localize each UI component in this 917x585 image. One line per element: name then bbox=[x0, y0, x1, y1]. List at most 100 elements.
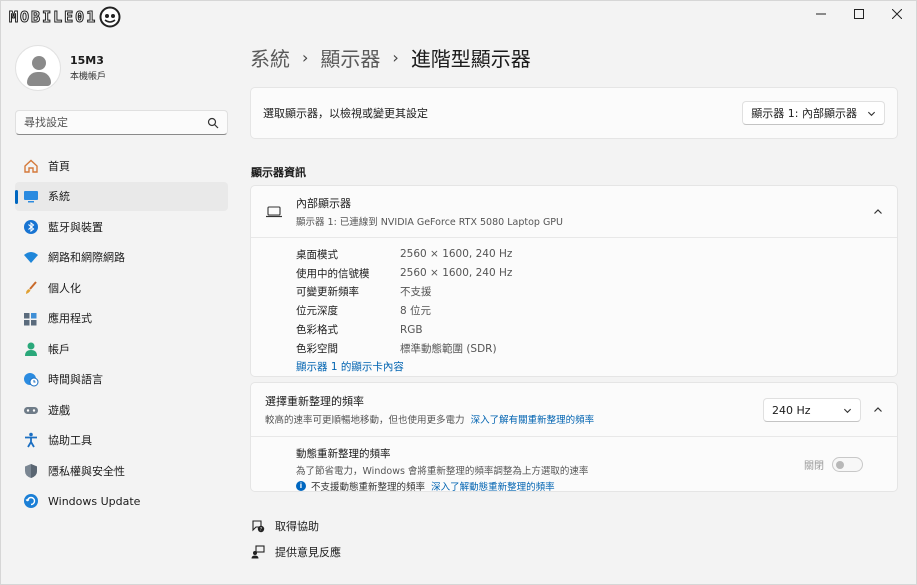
help-links: ? 取得協助 提供意見反應 bbox=[251, 518, 341, 570]
accessibility-icon bbox=[23, 432, 39, 448]
sidebar-item-windows-update[interactable]: Windows Update bbox=[15, 487, 228, 516]
close-button[interactable] bbox=[878, 1, 916, 27]
refresh-rate-subtitle: 較高的速率可更順暢地移動，但也使用更多電力 bbox=[265, 415, 465, 426]
sidebar-item-bluetooth[interactable]: 藍牙與裝置 bbox=[15, 212, 228, 241]
chevron-up-icon[interactable] bbox=[873, 405, 883, 415]
sidebar-item-network[interactable]: 網路和網際網路 bbox=[15, 243, 228, 272]
refresh-rate-value: 240 Hz bbox=[772, 403, 811, 417]
mobile01-badge-icon bbox=[99, 6, 121, 28]
spec-value: RGB bbox=[400, 323, 423, 336]
sidebar-item-label: 應用程式 bbox=[48, 312, 92, 325]
display-info-header[interactable]: 內部顯示器 顯示器 1: 已連線到 NVIDIA GeForce RTX 508… bbox=[251, 186, 897, 238]
refresh-rate-dropdown[interactable]: 240 Hz bbox=[763, 398, 861, 422]
bluetooth-icon bbox=[23, 219, 39, 235]
sidebar-item-time-language[interactable]: 時間與語言 bbox=[15, 365, 228, 394]
display-info-heading: 顯示器資訊 bbox=[251, 166, 306, 179]
sidebar-item-label: 網路和網際網路 bbox=[48, 251, 125, 264]
display-info-subtitle: 顯示器 1: 已連線到 NVIDIA GeForce RTX 5080 Lapt… bbox=[296, 217, 563, 228]
breadcrumb-system[interactable]: 系統 bbox=[250, 43, 290, 72]
display-info-title: 內部顯示器 bbox=[296, 197, 351, 210]
sidebar-item-label: 遊戲 bbox=[48, 403, 70, 417]
refresh-rate-card: 選擇重新整理的頻率 較高的速率可更順暢地移動，但也使用更多電力 深入了解有關重新… bbox=[250, 382, 898, 493]
minimize-button[interactable] bbox=[802, 1, 840, 27]
chevron-right-icon: › bbox=[392, 48, 399, 67]
logo-text: MOBILE01 bbox=[8, 8, 98, 27]
get-help-link[interactable]: ? 取得協助 bbox=[251, 518, 341, 534]
profile-name: 15M3 bbox=[70, 54, 104, 67]
window-controls bbox=[802, 1, 916, 27]
dynamic-refresh-learn-more-link[interactable]: 深入了解動態重新整理的頻率 bbox=[431, 479, 555, 493]
brush-icon bbox=[23, 280, 39, 296]
spec-key: 位元深度 bbox=[296, 305, 338, 318]
sidebar-item-label: 帳戶 bbox=[48, 342, 70, 356]
refresh-rate-learn-more-link[interactable]: 深入了解有關重新整理的頻率 bbox=[471, 415, 595, 426]
spec-key: 色彩空間 bbox=[296, 342, 338, 355]
sidebar-item-accessibility[interactable]: 協助工具 bbox=[15, 426, 228, 455]
refresh-rate-header: 選擇重新整理的頻率 較高的速率可更順暢地移動，但也使用更多電力 深入了解有關重新… bbox=[251, 383, 897, 437]
dynamic-refresh-toggle-group: 關閉 bbox=[804, 457, 863, 472]
spec-row: 色彩格式 RGB bbox=[296, 320, 897, 339]
give-feedback-link[interactable]: 提供意見反應 bbox=[251, 544, 341, 560]
give-feedback-label: 提供意見反應 bbox=[275, 546, 341, 559]
sidebar-item-apps[interactable]: 應用程式 bbox=[15, 304, 228, 333]
sidebar-item-label: 首頁 bbox=[48, 159, 70, 173]
chevron-up-icon[interactable] bbox=[873, 207, 883, 217]
dynamic-refresh-toggle[interactable] bbox=[832, 457, 863, 472]
help-chat-icon: ? bbox=[252, 520, 265, 533]
sidebar-item-label: 隱私權與安全性 bbox=[48, 464, 125, 478]
search-input[interactable] bbox=[24, 116, 207, 129]
spec-key: 可變更新頻率 bbox=[296, 286, 359, 299]
chevron-down-icon bbox=[867, 111, 876, 116]
display-select-dropdown[interactable]: 顯示器 1: 內部顯示器 bbox=[742, 101, 885, 125]
spec-value: 8 位元 bbox=[400, 305, 432, 318]
spec-row: 位元深度 8 位元 bbox=[296, 301, 897, 320]
profile-subtitle: 本機帳戶 bbox=[70, 72, 107, 82]
get-help-label: 取得協助 bbox=[275, 520, 319, 533]
search-icon[interactable] bbox=[207, 117, 219, 129]
sidebar-item-label: 系統 bbox=[48, 190, 70, 203]
sidebar-item-home[interactable]: 首頁 bbox=[15, 151, 228, 180]
sidebar-item-system[interactable]: 系統 bbox=[15, 181, 228, 211]
sidebar-nav: 首頁 系統 藍牙與裝置 網路和網際網路 個人化 應用程式 帳戶 時間與語言 遊戲… bbox=[15, 151, 228, 517]
sidebar-item-accounts[interactable]: 帳戶 bbox=[15, 334, 228, 363]
spec-value: 2560 × 1600, 240 Hz bbox=[400, 248, 513, 261]
sidebar-item-privacy[interactable]: 隱私權與安全性 bbox=[15, 456, 228, 485]
maximize-button[interactable] bbox=[840, 1, 878, 27]
sidebar-item-label: 時間與語言 bbox=[48, 373, 103, 386]
chevron-down-icon bbox=[843, 408, 852, 413]
sidebar-item-label: Windows Update bbox=[48, 494, 141, 508]
user-profile[interactable]: 15M3 本機帳戶 bbox=[15, 45, 106, 91]
sidebar-item-label: 協助工具 bbox=[48, 434, 92, 447]
display-info-card: 內部顯示器 顯示器 1: 已連線到 NVIDIA GeForce RTX 508… bbox=[250, 185, 898, 377]
close-icon bbox=[892, 9, 902, 19]
dynamic-refresh-section: 動態重新整理的頻率 為了節省電力，Windows 會將重新整理的頻率調整為上方選… bbox=[251, 437, 897, 493]
display-adapter-properties-link[interactable]: 顯示器 1 的顯示卡內容 bbox=[296, 359, 897, 374]
avatar bbox=[15, 45, 61, 91]
gamepad-icon bbox=[23, 402, 39, 418]
sidebar-item-label: 藍牙與裝置 bbox=[48, 220, 103, 234]
globe-clock-icon bbox=[23, 371, 39, 387]
spec-key: 桌面模式 bbox=[296, 248, 338, 261]
refresh-rate-title: 選擇重新整理的頻率 bbox=[265, 395, 364, 408]
breadcrumb: 系統 › 顯示器 › 進階型顯示器 bbox=[250, 43, 531, 72]
search-box[interactable] bbox=[15, 110, 228, 135]
sidebar-item-gaming[interactable]: 遊戲 bbox=[15, 395, 228, 424]
breadcrumb-display[interactable]: 顯示器 bbox=[320, 43, 380, 72]
update-icon bbox=[23, 493, 39, 509]
select-display-card: 選取顯示器，以檢視或變更其設定 顯示器 1: 內部顯示器 bbox=[250, 87, 898, 139]
sidebar-item-personalization[interactable]: 個人化 bbox=[15, 273, 228, 302]
maximize-icon bbox=[854, 9, 864, 19]
select-display-label: 選取顯示器，以檢視或變更其設定 bbox=[263, 107, 428, 120]
home-icon bbox=[23, 158, 39, 174]
laptop-icon bbox=[266, 205, 282, 217]
apps-icon bbox=[23, 310, 39, 326]
wifi-icon bbox=[23, 249, 39, 265]
spec-key: 色彩格式 bbox=[296, 324, 338, 337]
feedback-icon bbox=[251, 545, 265, 559]
chevron-right-icon: › bbox=[302, 48, 309, 67]
minimize-icon bbox=[816, 13, 826, 15]
spec-key: 使用中的信號模 bbox=[296, 267, 370, 280]
dynamic-refresh-info: i 不支援動態重新整理的頻率 深入了解動態重新整理的頻率 bbox=[296, 479, 897, 493]
account-icon bbox=[23, 341, 39, 357]
spec-value: 不支援 bbox=[400, 286, 432, 299]
